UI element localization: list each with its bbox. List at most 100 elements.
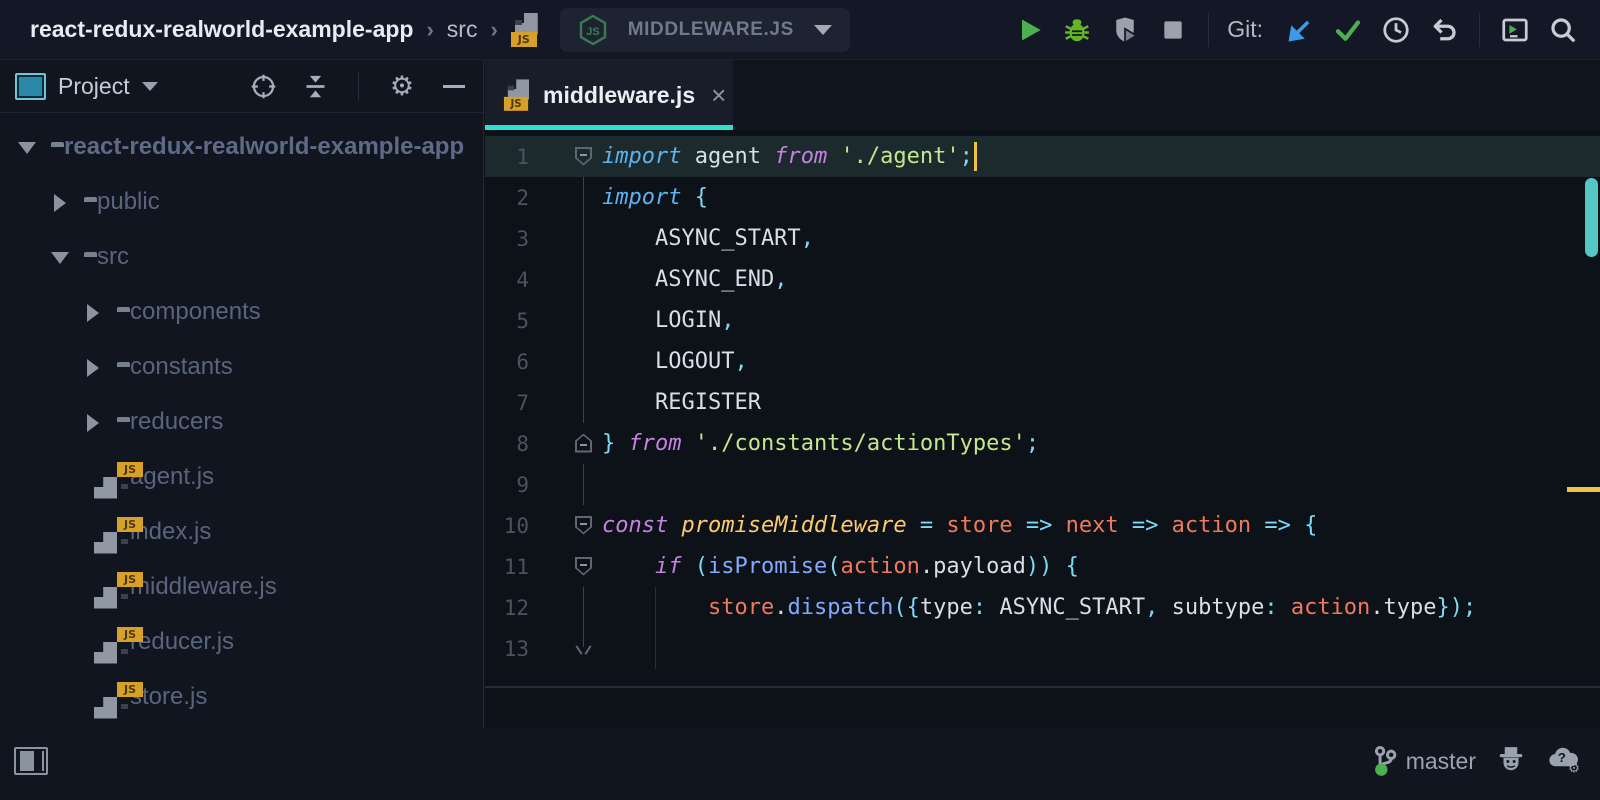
breadcrumb-project[interactable]: react-redux-realworld-example-app (30, 16, 413, 43)
run-configuration-name: MIDDLEWARE.JS (627, 18, 794, 40)
tab-middleware-js[interactable]: JS middleware.js × (485, 60, 733, 130)
breadcrumb-folder[interactable]: src (447, 16, 478, 43)
run-console-button[interactable] (1494, 9, 1536, 51)
stop-button[interactable] (1152, 9, 1194, 51)
incognito-icon[interactable] (1496, 744, 1526, 779)
tree-item-store-js[interactable]: JS store.js (0, 669, 483, 724)
hide-tool-window-button[interactable] (437, 69, 471, 103)
gutter-fold-column (529, 587, 602, 628)
tree-item-reducers[interactable]: reducers (0, 394, 483, 449)
fold-marker-icon[interactable] (575, 433, 592, 453)
gutter-fold-column (529, 546, 602, 587)
indent-guide (654, 628, 656, 669)
code-line-4[interactable]: 4 ASYNC_END, (485, 259, 1600, 300)
debug-button[interactable] (1056, 9, 1098, 51)
fold-marker-icon[interactable] (575, 556, 592, 576)
code-editor[interactable]: 1 import agent from './agent'; 2 import { 3 … (485, 130, 1600, 688)
line-number[interactable]: 8 (485, 432, 529, 456)
expand-arrow-icon[interactable] (84, 413, 100, 432)
line-number[interactable]: 2 (485, 186, 529, 210)
gutter-fold-column (529, 177, 602, 218)
profiler-button[interactable] (1104, 9, 1146, 51)
code-text: ASYNC_END, (602, 267, 788, 292)
code-line-5[interactable]: 5 LOGIN, (485, 300, 1600, 341)
code-line-9[interactable]: 9 (485, 464, 1600, 505)
run-configuration-selector[interactable]: JS MIDDLEWARE.JS (559, 7, 850, 52)
gutter-fold-column (529, 218, 602, 259)
git-branch-icon (1374, 745, 1397, 776)
tree-item-constants[interactable]: constants (0, 339, 483, 394)
status-bar: master ? ⚙ (0, 728, 1600, 800)
tree-item-src[interactable]: src (0, 229, 483, 284)
history-button[interactable] (1375, 9, 1417, 51)
tree-item-reducer-js[interactable]: JS reducer.js (0, 614, 483, 669)
project-tool-window-header: Project ⚙ (0, 60, 483, 113)
expand-arrow-icon[interactable] (84, 303, 100, 322)
gutter-fold-column (529, 136, 602, 177)
project-view-title[interactable]: Project (58, 73, 130, 100)
git-commit-button[interactable] (1327, 9, 1369, 51)
tool-window-layout-icon[interactable] (14, 747, 48, 775)
tab-label: middleware.js (543, 81, 696, 108)
line-number[interactable]: 11 (485, 555, 529, 579)
code-line-6[interactable]: 6 LOGOUT, (485, 341, 1600, 382)
tree-item-index-js[interactable]: JS index.js (0, 504, 483, 559)
toolbar-separator (1479, 12, 1480, 47)
line-number[interactable]: 9 (485, 473, 529, 497)
git-update-button[interactable] (1279, 9, 1321, 51)
line-number[interactable]: 4 (485, 268, 529, 292)
code-line-2[interactable]: 2 import { (485, 177, 1600, 218)
code-line-13[interactable]: 13 (485, 628, 1600, 669)
code-line-7[interactable]: 7 REGISTER (485, 382, 1600, 423)
expand-arrow-icon[interactable] (84, 358, 100, 377)
fold-marker-icon[interactable] (575, 515, 592, 535)
line-number[interactable]: 7 (485, 391, 529, 415)
locate-file-button[interactable] (246, 69, 280, 103)
code-line-10[interactable]: 10 const promiseMiddleware = store => nex… (485, 505, 1600, 546)
collapse-all-button[interactable] (298, 69, 332, 103)
js-file-icon[interactable]: JS (510, 12, 538, 47)
breadcrumb: react-redux-realworld-example-app › src … (30, 12, 538, 47)
editor-area: JS middleware.js × 1 import agent from '.… (485, 60, 1600, 728)
close-icon[interactable]: × (711, 82, 726, 108)
svg-text:?: ? (1558, 750, 1566, 765)
code-text: ASYNC_START, (602, 226, 814, 251)
tree-item-components[interactable]: components (0, 284, 483, 339)
gutter-fold-column (529, 259, 602, 300)
breadcrumb-chevron-icon: › (426, 16, 434, 42)
code-line-12[interactable]: 12 store. dispatch({type: ASYNC_START, su… (485, 587, 1600, 628)
settings-gear-icon[interactable]: ⚙ (385, 69, 419, 103)
code-line-3[interactable]: 3 ASYNC_START, (485, 218, 1600, 259)
status-bar-widgets: master ? ⚙ (1370, 744, 1580, 779)
code-line-8[interactable]: 8} from './constants/actionTypes'; (485, 423, 1600, 464)
line-number[interactable]: 5 (485, 309, 529, 333)
code-line-11[interactable]: 11 if (isPromise(action .payload)) { (485, 546, 1600, 587)
expand-arrow-icon[interactable] (18, 139, 36, 155)
git-branch-widget[interactable]: master (1370, 745, 1476, 777)
chevron-down-icon[interactable] (141, 81, 158, 91)
expand-arrow-icon[interactable] (51, 249, 69, 265)
tree-item-public[interactable]: public (0, 174, 483, 229)
fold-marker-icon[interactable] (575, 146, 592, 166)
tree-item-middleware-js[interactable]: JS middleware.js (0, 559, 483, 614)
rollback-button[interactable] (1423, 9, 1465, 51)
run-button[interactable] (1008, 9, 1050, 51)
line-number[interactable]: 12 (485, 596, 529, 620)
tree-item-agent-js[interactable]: JS agent.js (0, 449, 483, 504)
code-line-1[interactable]: 1 import agent from './agent'; (485, 136, 1600, 177)
line-number[interactable]: 3 (485, 227, 529, 251)
line-number[interactable]: 1 (485, 145, 529, 169)
tree-item-react-redux-realworld-example-app[interactable]: react-redux-realworld-example-app (0, 119, 483, 174)
git-label: Git: (1227, 16, 1263, 42)
code-text: const promiseMiddleware = store => next … (602, 513, 1318, 538)
tree-item-label: src (97, 242, 129, 270)
line-number[interactable]: 10 (485, 514, 529, 538)
code-text: import { (602, 185, 708, 210)
line-number[interactable]: 13 (485, 637, 529, 661)
line-number[interactable]: 6 (485, 350, 529, 374)
cloud-question-icon[interactable]: ? ⚙ (1546, 744, 1580, 779)
expand-arrow-icon[interactable] (51, 193, 67, 212)
search-everywhere-button[interactable] (1542, 9, 1584, 51)
indent-guide (654, 587, 656, 628)
